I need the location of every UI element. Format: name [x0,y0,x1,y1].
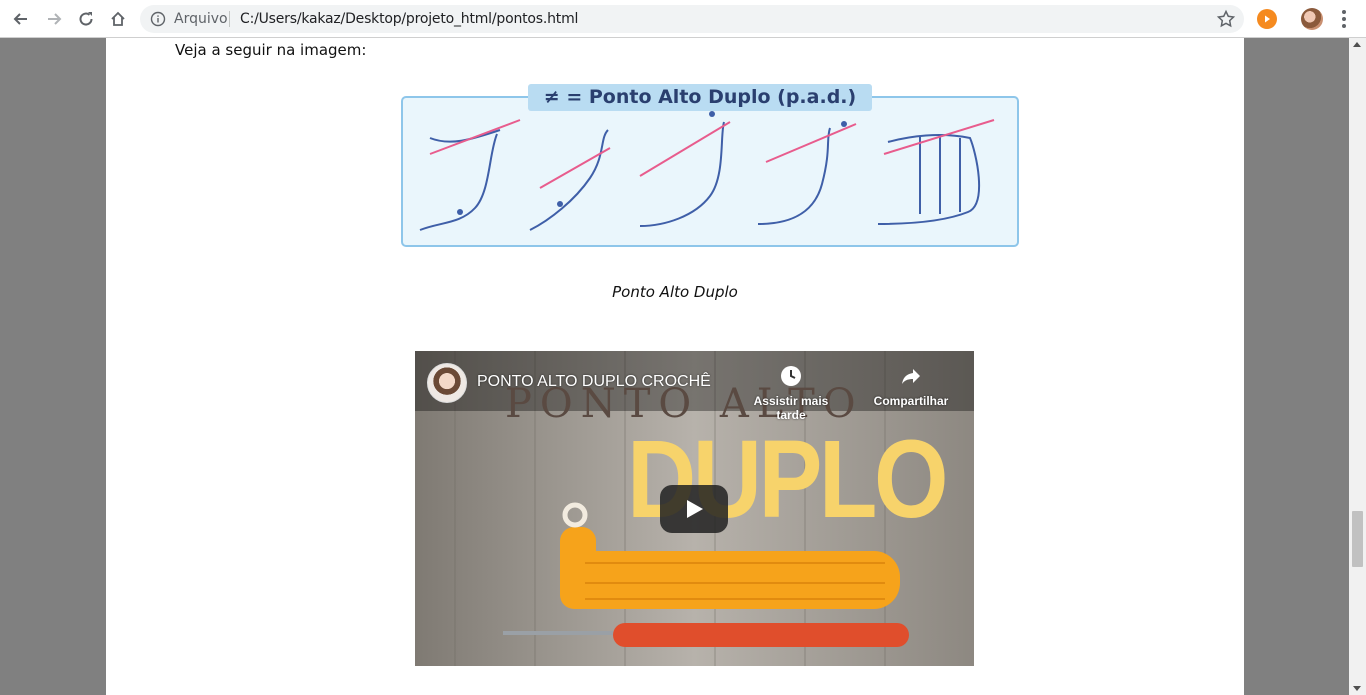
crochet-diagram-image: ≠ = Ponto Alto Duplo (p.a.d.) [400,84,1020,250]
star-icon[interactable] [1216,9,1236,29]
scroll-thumb[interactable] [1352,511,1363,567]
scroll-up-arrow-icon[interactable] [1353,42,1361,47]
menu-icon[interactable] [1336,9,1352,29]
youtube-video-embed[interactable]: PONTO ALTO DUPLO PONTO ALTO DUPLO CROCHÊ… [415,351,974,666]
browser-toolbar: Arquivo C:/Users/kakaz/Desktop/projeto_h… [0,0,1366,38]
forward-button[interactable] [42,7,66,31]
back-icon [13,13,27,25]
avatar[interactable] [1301,8,1323,30]
intro-text: Veja a seguir na imagem: [175,41,367,59]
play-button[interactable] [660,485,728,533]
url-text[interactable]: C:/Users/kakaz/Desktop/projeto_html/pont… [240,11,578,27]
back-button[interactable] [9,7,33,31]
address-divider [229,11,230,27]
reload-icon [79,12,93,26]
share-label: Compartilhar [873,394,949,408]
scroll-down-arrow-icon[interactable] [1353,686,1361,691]
page-content: Veja a seguir na imagem: ≠ = Ponto Alto … [106,38,1244,695]
share-icon [902,369,920,384]
scheme-label: Arquivo [174,11,228,27]
figure-caption: Ponto Alto Duplo [612,283,738,301]
vertical-scrollbar[interactable] [1349,38,1366,695]
forward-icon [48,13,62,25]
channel-avatar[interactable] [427,363,467,403]
address-bar[interactable]: Arquivo C:/Users/kakaz/Desktop/projeto_h… [140,5,1244,33]
home-button[interactable] [106,7,130,31]
watch-later-label: Assistir mais tarde [753,394,829,422]
home-icon [111,11,125,26]
figure-title: ≠ = Ponto Alto Duplo (p.a.d.) [544,86,856,108]
clock-icon [781,366,801,386]
reload-button[interactable] [74,7,98,31]
info-icon[interactable] [150,11,166,27]
video-title[interactable]: PONTO ALTO DUPLO CROCHÊ [477,373,711,391]
play-extension-icon [1265,15,1270,23]
watch-later-button[interactable]: Assistir mais tarde [746,365,836,422]
share-button[interactable]: Compartilhar [866,365,956,408]
extension-icon[interactable] [1257,9,1277,29]
